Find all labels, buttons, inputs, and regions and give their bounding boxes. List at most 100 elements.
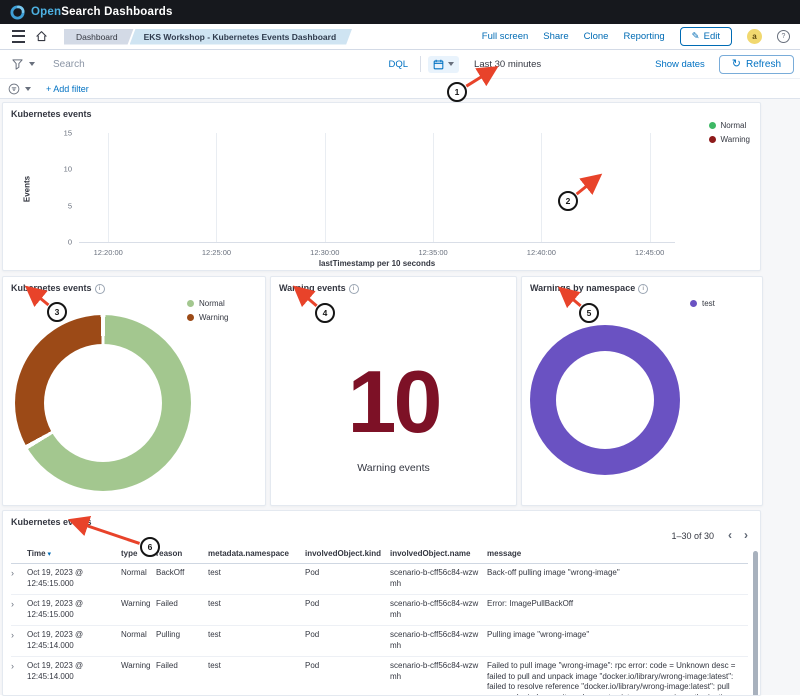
legend-item-warning[interactable]: Warning: [187, 313, 229, 322]
date-picker-button[interactable]: [428, 56, 459, 73]
legend-label: Normal: [721, 121, 747, 130]
legend-item-test[interactable]: test: [690, 299, 715, 308]
donut-hole: [556, 351, 654, 449]
help-icon[interactable]: ?: [777, 30, 790, 43]
cell-name: scenario-b-cff56c84-wzwmh: [390, 657, 487, 696]
chevron-down-icon[interactable]: [25, 87, 31, 91]
edit-button[interactable]: ✎ Edit: [680, 27, 732, 46]
legend-dot: [690, 300, 697, 307]
cell-kind: Pod: [305, 657, 390, 696]
home-icon[interactable]: [35, 30, 48, 43]
row-expand-icon[interactable]: ›: [11, 564, 27, 595]
y-tick-label: 15: [64, 129, 72, 138]
cell-name: scenario-b-cff56c84-wzwmh: [390, 626, 487, 657]
cell-kind: Pod: [305, 626, 390, 657]
metric-value: 10: [271, 358, 516, 446]
panel-title-text: Warning events: [279, 283, 346, 293]
events-donut-chart[interactable]: [15, 315, 191, 491]
pagination-next-icon[interactable]: ›: [744, 528, 748, 542]
panel-title: Kubernetes events: [3, 511, 760, 527]
x-tick-label: 12:45:00: [635, 248, 664, 257]
calendar-icon: [433, 59, 444, 70]
gridline: [325, 133, 326, 242]
column-header-name: involvedObject.name: [390, 547, 487, 564]
panel-title: Warning eventsi: [271, 277, 516, 294]
column-header-type: type: [121, 547, 156, 564]
cell-time: Oct 19, 2023 @ 12:45:14.000: [27, 657, 121, 696]
panel-title: Warnings by namespacei: [522, 277, 762, 294]
legend-item-warning[interactable]: Warning: [709, 135, 751, 144]
info-icon[interactable]: i: [638, 284, 648, 294]
column-header-time[interactable]: Time▾: [27, 547, 121, 564]
app-title: OpenSearch Dashboards: [31, 6, 173, 18]
namespace-donut-chart[interactable]: [530, 325, 680, 475]
full-screen-link[interactable]: Full screen: [482, 31, 528, 42]
cell-reason: Failed: [156, 657, 208, 696]
cell-name: scenario-b-cff56c84-wzwmh: [390, 564, 487, 595]
show-dates-link[interactable]: Show dates: [655, 59, 705, 70]
info-icon[interactable]: i: [349, 284, 359, 294]
breadcrumb-dashboard[interactable]: Dashboard: [64, 29, 134, 45]
chevron-down-icon: [29, 62, 35, 66]
info-icon[interactable]: i: [95, 284, 105, 294]
legend-item-normal[interactable]: Normal: [187, 299, 229, 308]
app-title-open: Open: [31, 6, 61, 18]
filter-menu-icon[interactable]: [8, 83, 20, 95]
table-row: ›Oct 19, 2023 @ 12:45:15.000NormalBackOf…: [11, 564, 748, 595]
dashboard-content: Kubernetes events Events 051015 12:20:00…: [0, 99, 800, 695]
panel-title: Kubernetes events: [3, 103, 760, 119]
x-tick-label: 12:30:00: [310, 248, 339, 257]
x-axis-ticks: 12:20:0012:25:0012:30:0012:35:0012:40:00…: [79, 248, 675, 257]
query-bar-right: DQL Last 30 minutes Show dates ↻ Refresh: [376, 55, 794, 74]
row-expand-icon[interactable]: ›: [11, 626, 27, 657]
reporting-link[interactable]: Reporting: [623, 31, 664, 42]
breadcrumb-current-dashboard[interactable]: EKS Workshop - Kubernetes Events Dashboa…: [130, 29, 353, 45]
nav-actions: Full screen Share Clone Reporting ✎ Edit…: [482, 27, 792, 46]
panel-warnings-by-namespace: Warnings by namespacei test: [521, 276, 763, 506]
panel-title: Kubernetes eventsi: [3, 277, 265, 294]
x-axis-title: lastTimestamp per 10 seconds: [79, 259, 675, 268]
cell-time: Oct 19, 2023 @ 12:45:15.000: [27, 564, 121, 595]
refresh-button[interactable]: ↻ Refresh: [719, 55, 794, 74]
menu-icon[interactable]: [12, 30, 25, 43]
time-range-value[interactable]: Last 30 minutes: [474, 59, 541, 70]
row-expand-icon[interactable]: ›: [11, 657, 27, 696]
legend-label: Warning: [199, 313, 229, 322]
pagination-prev-icon[interactable]: ‹: [728, 528, 732, 542]
x-tick-label: 12:40:00: [527, 248, 556, 257]
table-row: ›Oct 19, 2023 @ 12:45:14.000NormalPullin…: [11, 626, 748, 657]
cell-time: Oct 19, 2023 @ 12:45:15.000: [27, 595, 121, 626]
refresh-button-label: Refresh: [746, 59, 781, 70]
legend-item-normal[interactable]: Normal: [709, 121, 751, 130]
cell-type: Warning: [121, 595, 156, 626]
gridline: [216, 133, 217, 242]
cell-name: scenario-b-cff56c84-wzwmh: [390, 595, 487, 626]
cell-message: Error: ImagePullBackOff: [487, 595, 748, 626]
legend-dot: [187, 314, 194, 321]
query-language-button[interactable]: DQL: [376, 59, 420, 70]
panel-title-text: Kubernetes events: [11, 283, 92, 293]
ts-legend: Normal Warning: [709, 121, 751, 144]
search-input[interactable]: Search: [53, 59, 85, 70]
table-header-row: Time▾ type reason metadata.namespace inv…: [11, 547, 748, 564]
y-tick-label: 0: [68, 238, 72, 247]
cell-namespace: test: [208, 626, 305, 657]
legend-label: test: [702, 299, 715, 308]
panel-title-text: Warnings by namespace: [530, 283, 635, 293]
pagination-label: 1–30 of 30: [671, 531, 714, 541]
legend-dot: [187, 300, 194, 307]
share-link[interactable]: Share: [543, 31, 568, 42]
saved-query-menu[interactable]: [12, 59, 35, 70]
app-header: OpenSearch Dashboards: [0, 0, 800, 24]
cell-message: Failed to pull image "wrong-image": rpc …: [487, 657, 748, 696]
cell-kind: Pod: [305, 564, 390, 595]
clone-link[interactable]: Clone: [584, 31, 609, 42]
cell-type: Normal: [121, 626, 156, 657]
ts-plot[interactable]: 051015: [79, 133, 675, 243]
metric-label: Warning events: [271, 462, 516, 474]
row-expand-icon[interactable]: ›: [11, 595, 27, 626]
add-filter-link[interactable]: + Add filter: [46, 84, 89, 94]
cell-reason: BackOff: [156, 564, 208, 595]
table-scrollbar[interactable]: [753, 551, 758, 696]
avatar[interactable]: a: [747, 29, 762, 44]
